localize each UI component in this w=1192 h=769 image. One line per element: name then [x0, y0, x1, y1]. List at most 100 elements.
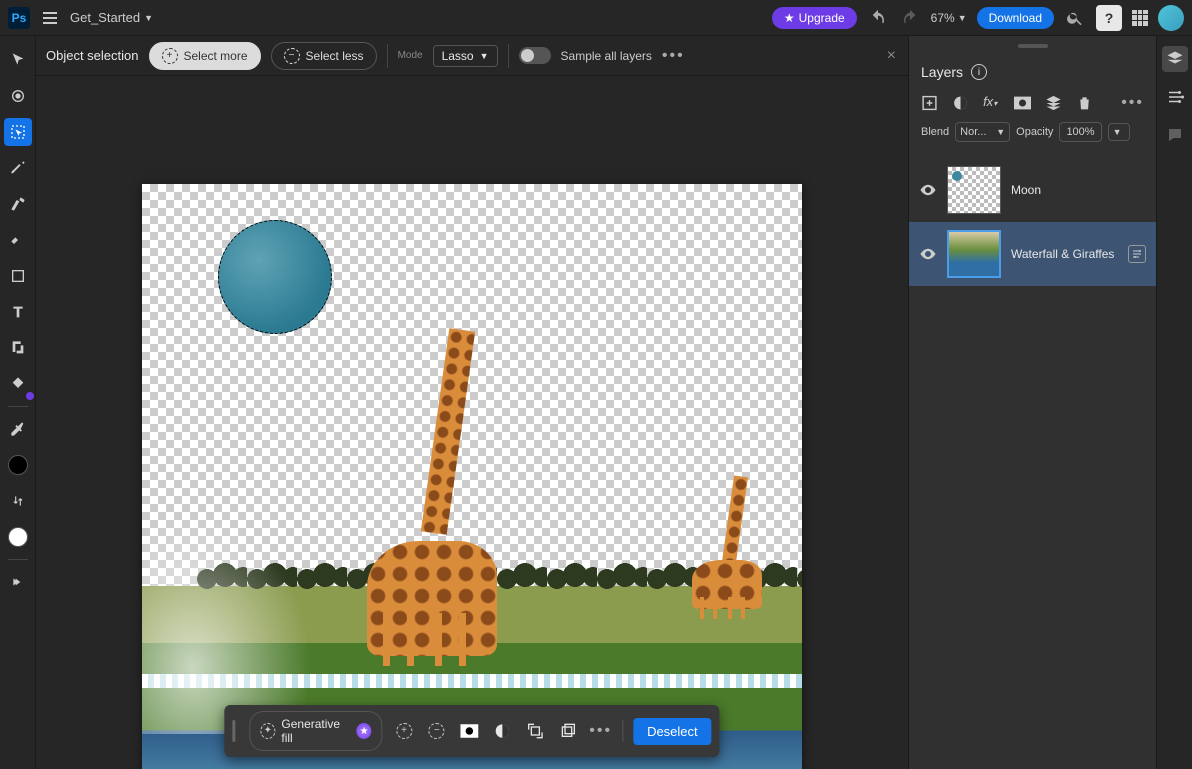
sparkle-circle-icon: ✦: [260, 723, 275, 739]
opacity-dropdown-icon[interactable]: ▼: [1108, 123, 1130, 141]
mask-icon[interactable]: [458, 719, 481, 743]
panel-title: Layers: [921, 64, 963, 80]
mask-layer-icon[interactable]: [1014, 94, 1031, 112]
transform-icon[interactable]: [524, 719, 547, 743]
layer-thumbnail[interactable]: [947, 230, 1001, 278]
tool-name-label: Object selection: [46, 48, 139, 63]
top-bar: Ps Get_Started ▼ ★ Upgrade 67% ▼ Downloa…: [0, 0, 1192, 36]
layers-panel-icon[interactable]: [1162, 46, 1188, 72]
object-selection-tool[interactable]: [4, 118, 32, 146]
layers-panel: Layers i fx▾ ••• Blend Nor... ▼ Opacity …: [908, 36, 1156, 769]
ai-badge-icon: ★: [357, 723, 372, 739]
visibility-icon[interactable]: [919, 181, 937, 199]
new-layer-icon[interactable]: [921, 94, 938, 112]
swap-colors[interactable]: [4, 487, 32, 515]
minus-circle-icon: −: [284, 48, 300, 64]
right-dock: [1156, 36, 1192, 769]
panel-handle[interactable]: [909, 36, 1156, 56]
adjustment-icon[interactable]: [491, 719, 514, 743]
deselect-button[interactable]: Deselect: [633, 718, 712, 745]
options-bar: Object selection + Select more − Select …: [36, 36, 908, 76]
info-icon[interactable]: i: [971, 64, 987, 80]
zoom-dropdown[interactable]: 67% ▼: [931, 11, 967, 25]
select-less-label: Select less: [306, 49, 364, 63]
comments-panel-icon[interactable]: [1162, 122, 1188, 148]
sample-all-layers-toggle[interactable]: [519, 47, 551, 64]
healing-tool[interactable]: [4, 190, 32, 218]
text-tool[interactable]: [4, 298, 32, 326]
mode-dropdown[interactable]: Lasso ▼: [433, 45, 498, 67]
chevron-down-icon: ▼: [996, 127, 1005, 137]
layer-actions-row: fx▾ •••: [909, 88, 1156, 122]
layer-row-waterfall-giraffes[interactable]: Waterfall & Giraffes: [909, 222, 1156, 286]
layer-list: Moon Waterfall & Giraffes: [909, 152, 1156, 769]
panel-menu-icon[interactable]: •••: [1121, 94, 1144, 112]
transform-tool[interactable]: [4, 82, 32, 110]
opacity-value: 100%: [1066, 126, 1094, 138]
divider: [622, 720, 623, 742]
menu-icon[interactable]: [38, 6, 62, 30]
shape-tool[interactable]: [4, 262, 32, 290]
more-icon[interactable]: •••: [589, 719, 612, 743]
blend-value: Nor...: [960, 126, 986, 138]
delete-layer-icon[interactable]: [1076, 94, 1093, 112]
fill-tool[interactable]: [4, 370, 32, 398]
mode-label: Mode: [398, 50, 423, 61]
chevron-down-icon: ▼: [144, 13, 153, 23]
more-tools[interactable]: [4, 568, 32, 596]
paint-tool[interactable]: [4, 226, 32, 254]
layer-thumbnail[interactable]: [947, 166, 1001, 214]
upgrade-button[interactable]: ★ Upgrade: [772, 7, 857, 29]
photoshop-logo[interactable]: Ps: [8, 7, 30, 29]
add-selection-icon[interactable]: +: [393, 719, 416, 743]
download-button[interactable]: Download: [977, 7, 1054, 29]
more-options-icon[interactable]: •••: [662, 47, 685, 65]
select-less-button[interactable]: − Select less: [271, 42, 377, 70]
divider: [387, 44, 388, 68]
canvas-area[interactable]: ✦ Generative fill ★ + − ••• Deselect: [36, 76, 908, 769]
document-title-dropdown[interactable]: Get_Started ▼: [70, 10, 153, 25]
blend-mode-dropdown[interactable]: Nor... ▼: [955, 122, 1010, 142]
sample-all-label: Sample all layers: [561, 49, 652, 63]
move-tool[interactable]: [4, 46, 32, 74]
apps-grid-icon[interactable]: [1132, 10, 1148, 26]
brush-tool[interactable]: [4, 154, 32, 182]
chevron-down-icon: ▼: [958, 13, 967, 23]
mode-value: Lasso: [442, 49, 474, 63]
redo-button[interactable]: [899, 7, 921, 29]
document-canvas[interactable]: [142, 184, 802, 769]
layer-name: Waterfall & Giraffes: [1011, 247, 1118, 261]
search-button[interactable]: [1064, 7, 1086, 29]
layers-stack-icon[interactable]: [1045, 94, 1062, 112]
properties-panel-icon[interactable]: [1162, 84, 1188, 110]
opacity-input[interactable]: 100%: [1059, 122, 1101, 142]
eyedropper-tool[interactable]: [4, 415, 32, 443]
gen-fill-label: Generative fill: [281, 717, 350, 745]
subtract-selection-icon[interactable]: −: [425, 719, 448, 743]
divider: [8, 559, 28, 560]
layer-properties-icon[interactable]: [1128, 245, 1146, 263]
giraffe-large: [367, 336, 497, 666]
crop-tool[interactable]: [4, 334, 32, 362]
undo-button[interactable]: [867, 7, 889, 29]
visibility-icon[interactable]: [919, 245, 937, 263]
drag-handle[interactable]: [232, 720, 235, 742]
star-icon: ★: [784, 11, 795, 25]
effects-icon[interactable]: fx▾: [983, 94, 1000, 112]
close-options-icon[interactable]: ×: [887, 47, 896, 65]
moon-selection[interactable]: [218, 220, 332, 334]
opacity-label: Opacity: [1016, 126, 1053, 138]
layer-name: Moon: [1011, 183, 1146, 197]
select-more-button[interactable]: + Select more: [149, 42, 261, 70]
foreground-color[interactable]: [4, 451, 32, 479]
crop-icon[interactable]: [557, 719, 580, 743]
upgrade-label: Upgrade: [799, 11, 845, 25]
chevron-down-icon: ▼: [480, 51, 489, 61]
divider: [508, 44, 509, 68]
generative-fill-button[interactable]: ✦ Generative fill ★: [249, 711, 382, 751]
user-avatar[interactable]: [1158, 5, 1184, 31]
background-color[interactable]: [4, 523, 32, 551]
layer-row-moon[interactable]: Moon: [909, 158, 1156, 222]
adjustment-layer-icon[interactable]: [952, 94, 969, 112]
help-button[interactable]: ?: [1096, 5, 1122, 31]
